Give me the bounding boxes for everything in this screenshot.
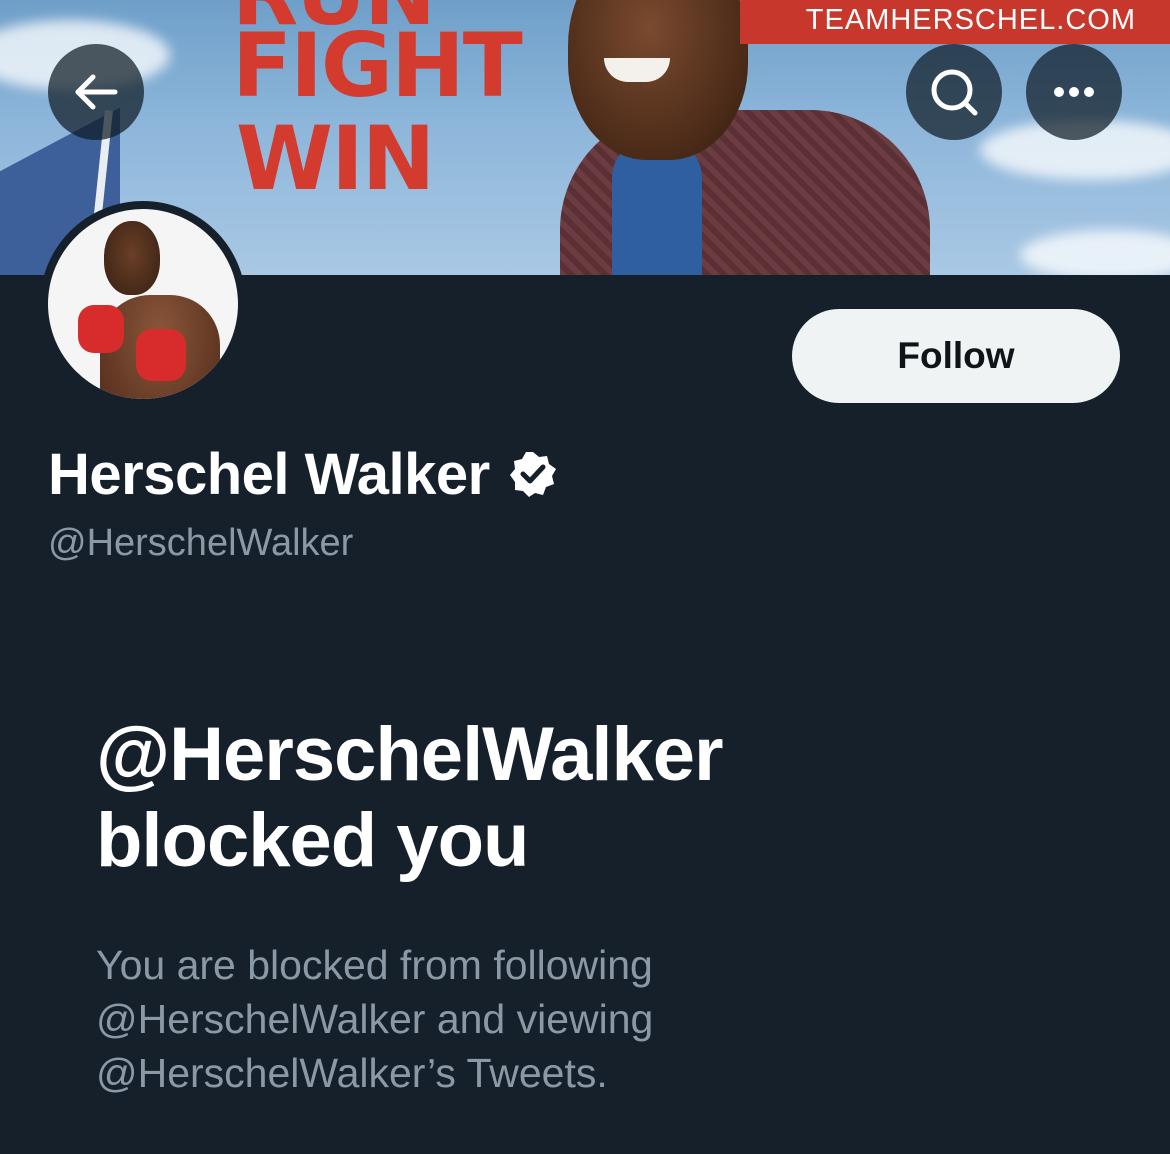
blocked-description-line: @HerschelWalker’s Tweets.: [96, 1050, 608, 1096]
avatar[interactable]: [48, 209, 238, 399]
back-button[interactable]: [48, 44, 144, 140]
blocked-title-text: blocked you: [96, 798, 529, 883]
arrow-left-icon: [75, 74, 118, 110]
avatar-head: [104, 221, 160, 295]
avatar-glove: [78, 305, 124, 353]
follow-button[interactable]: Follow: [792, 309, 1120, 403]
banner-website-strip: TEAMHERSCHEL.COM: [740, 0, 1170, 44]
more-button[interactable]: [1026, 44, 1122, 140]
banner-slogan-win: WIN: [236, 107, 435, 210]
search-button[interactable]: [906, 44, 1002, 140]
profile-handle: @HerschelWalker: [48, 522, 354, 564]
verified-badge-icon: [509, 452, 556, 497]
display-name: Herschel Walker: [48, 441, 490, 507]
blocked-title: @HerschelWalker blocked you: [96, 712, 996, 884]
banner-website-text: TEAMHERSCHEL.COM: [805, 4, 1136, 36]
search-icon: [931, 69, 978, 116]
blocked-title-handle: @HerschelWalker: [96, 712, 724, 797]
profile-name-row: Herschel Walker: [48, 438, 558, 510]
banner-slogan-fight: FIGHT: [232, 14, 523, 117]
avatar-glove: [136, 329, 186, 381]
more-horizontal-icon: [1054, 87, 1094, 97]
blocked-description: You are blocked from following @Herschel…: [96, 938, 796, 1100]
blocked-description-line: You are blocked from following: [96, 942, 653, 988]
profile-page: RUN FIGHT WIN TEAMHERSCHEL.COM: [0, 0, 1170, 1154]
banner-cloud: [1020, 230, 1170, 275]
blocked-description-line: @HerschelWalker and viewing: [96, 996, 654, 1042]
